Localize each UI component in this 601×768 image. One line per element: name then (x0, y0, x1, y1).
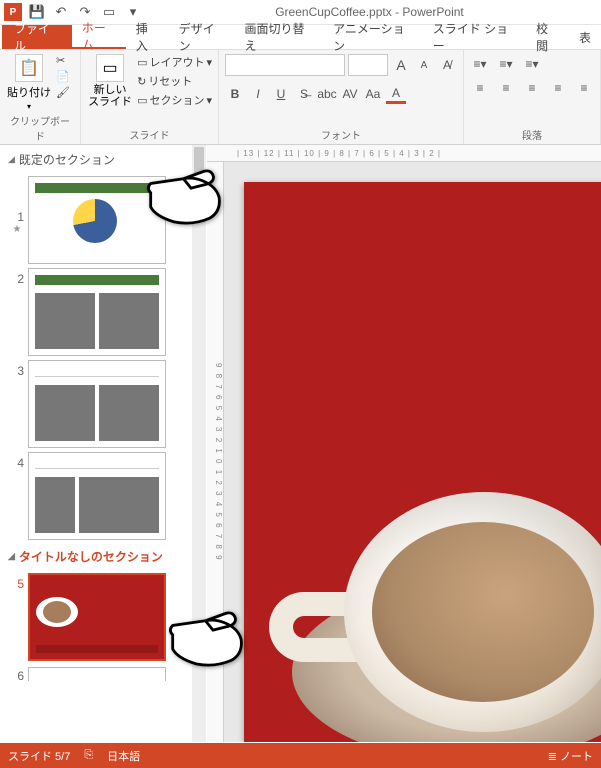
scroll-thumb[interactable] (194, 147, 204, 197)
group-font: A A A̸ B I U S̶ abc AV Aa A フォント (219, 50, 464, 144)
section-button[interactable]: ▭ セクション ▾ (137, 92, 212, 108)
slide-num-4: 4 (10, 456, 24, 470)
slide-num-5: 5 (10, 577, 24, 591)
slide-num-3: 3 (10, 364, 24, 378)
bullets-button[interactable]: ≡▾ (470, 54, 490, 74)
chevron-down-icon: ▾ (27, 102, 31, 111)
section-default-label: 既定のセクション (19, 151, 115, 168)
slide-row-3: 3 (0, 358, 199, 450)
section-header-default[interactable]: ◢ 既定のセクション (0, 145, 199, 174)
indent-button[interactable]: ≡▾ (522, 54, 542, 74)
star-icon: ★ (13, 224, 22, 235)
slide-row-1: 1 ★ (0, 174, 199, 266)
slide-panel[interactable]: ◢ 既定のセクション 1 ★ 2 3 4 ◢ タイトルなしのセクション 5 (0, 145, 200, 742)
slide-num-2: 2 (10, 272, 24, 286)
font-family-input[interactable] (225, 54, 345, 76)
new-slide-icon: ▭ (96, 54, 124, 82)
format-painter-icon[interactable]: 🖌 (56, 86, 70, 99)
line-spacing-button[interactable]: ≡ (574, 78, 594, 98)
slide-num-1: 1 (10, 210, 24, 224)
spellcheck-icon[interactable]: ⎘ (84, 749, 93, 762)
tab-review[interactable]: 校閲 (526, 25, 569, 49)
language-indicator[interactable]: 日本語 (107, 748, 140, 764)
ribbon: 📋 貼り付け ▾ ✂ 📄 🖌 クリップボード ▭ 新しい スライド ▭ レイアウ… (0, 50, 601, 145)
slide-row-5: 5 (0, 571, 199, 663)
slide-canvas[interactable] (244, 182, 601, 742)
window-title: GreenCupCoffee.pptx - PowerPoint (142, 5, 597, 19)
new-slide-label: 新しい スライド (88, 84, 132, 108)
underline-button[interactable]: U (271, 84, 291, 104)
bold-button[interactable]: B (225, 84, 245, 104)
paste-button[interactable]: 📋 貼り付け ▾ (6, 54, 52, 111)
group-paragraph: ≡▾ ≡▾ ≡▾ ≡ ≡ ≡ ≡ ≡ 段落 (464, 50, 601, 144)
group-paragraph-label: 段落 (470, 125, 594, 142)
save-icon[interactable]: 💾 (28, 3, 46, 21)
cut-icon[interactable]: ✂ (56, 54, 70, 67)
align-right-button[interactable]: ≡ (522, 78, 542, 98)
shadow-button[interactable]: abc (317, 84, 337, 104)
slide-row-2: 2 (0, 266, 199, 358)
layout-button[interactable]: ▭ レイアウト ▾ (137, 54, 212, 70)
slide-row-4: 4 (0, 450, 199, 542)
status-bar: スライド 5/7 ⎘ 日本語 ≣ ノート (0, 743, 601, 768)
vertical-ruler: 9 8 7 6 5 4 3 2 1 0 1 2 3 4 5 6 7 8 9 (207, 162, 224, 742)
justify-button[interactable]: ≡ (548, 78, 568, 98)
section-header-untitled[interactable]: ◢ タイトルなしのセクション (0, 542, 199, 571)
tab-insert[interactable]: 挿入 (126, 25, 169, 49)
tab-file[interactable]: ファイル (2, 25, 72, 49)
section-untitled-label: タイトルなしのセクション (19, 548, 163, 565)
decrease-font-icon[interactable]: A (414, 55, 434, 75)
slide-editor[interactable] (224, 162, 601, 742)
slide-thumb-4[interactable] (28, 452, 166, 540)
tab-animation[interactable]: アニメーション (323, 25, 423, 49)
quick-access-toolbar: P 💾 ↶ ↷ ▭ ▾ (4, 3, 142, 21)
group-slides: ▭ 新しい スライド ▭ レイアウト ▾ ↻ リセット ▭ セクション ▾ スラ… (81, 50, 219, 144)
new-slide-button[interactable]: ▭ 新しい スライド (87, 54, 133, 108)
italic-button[interactable]: I (248, 84, 268, 104)
coffee-cup-image (254, 382, 601, 742)
collapse-icon: ◢ (8, 551, 15, 562)
horizontal-ruler: | 13 | 12 | 11 | 10 | 9 | 8 | 7 | 6 | 5 … (207, 145, 601, 162)
group-clipboard-label: クリップボード (6, 111, 74, 143)
qat-dropdown-icon[interactable]: ▾ (124, 3, 142, 21)
panel-scrollbar[interactable] (192, 145, 206, 742)
align-center-button[interactable]: ≡ (496, 78, 516, 98)
group-font-label: フォント (225, 125, 457, 142)
reset-button[interactable]: ↻ リセット (137, 73, 212, 89)
font-size-input[interactable] (348, 54, 388, 76)
change-case-button[interactable]: Aa (363, 84, 383, 104)
tab-slideshow[interactable]: スライド ショー (423, 25, 526, 49)
group-slides-label: スライド (87, 125, 212, 142)
notes-button[interactable]: ≣ ノート (548, 748, 593, 764)
numbering-button[interactable]: ≡▾ (496, 54, 516, 74)
clear-format-icon[interactable]: A̸ (437, 55, 457, 75)
powerpoint-icon: P (4, 3, 22, 21)
ribbon-tabs: ファイル ホーム 挿入 デザイン 画面切り替え アニメーション スライド ショー… (0, 25, 601, 50)
slide-thumb-5[interactable] (28, 573, 166, 661)
increase-font-icon[interactable]: A (391, 55, 411, 75)
align-left-button[interactable]: ≡ (470, 78, 490, 98)
strikethrough-button[interactable]: S̶ (294, 84, 314, 104)
slide-counter[interactable]: スライド 5/7 (8, 748, 70, 764)
slide-thumb-3[interactable] (28, 360, 166, 448)
paste-icon: 📋 (15, 54, 43, 82)
slide-thumb-2[interactable] (28, 268, 166, 356)
slide-thumb-1[interactable] (28, 176, 166, 264)
undo-icon[interactable]: ↶ (52, 3, 70, 21)
slide-num-6: 6 (10, 669, 24, 683)
tab-view[interactable]: 表 (569, 25, 601, 49)
tab-transition[interactable]: 画面切り替え (234, 25, 323, 49)
copy-icon[interactable]: 📄 (56, 70, 70, 83)
char-spacing-button[interactable]: AV (340, 84, 360, 104)
collapse-icon: ◢ (8, 154, 15, 165)
paste-label: 貼り付け (7, 84, 51, 100)
tab-design[interactable]: デザイン (169, 25, 235, 49)
tab-home[interactable]: ホーム (72, 25, 126, 49)
font-color-button[interactable]: A (386, 84, 406, 104)
slide-row-6: 6 (0, 663, 199, 685)
slide-thumb-6[interactable] (28, 667, 166, 681)
group-clipboard: 📋 貼り付け ▾ ✂ 📄 🖌 クリップボード (0, 50, 81, 144)
